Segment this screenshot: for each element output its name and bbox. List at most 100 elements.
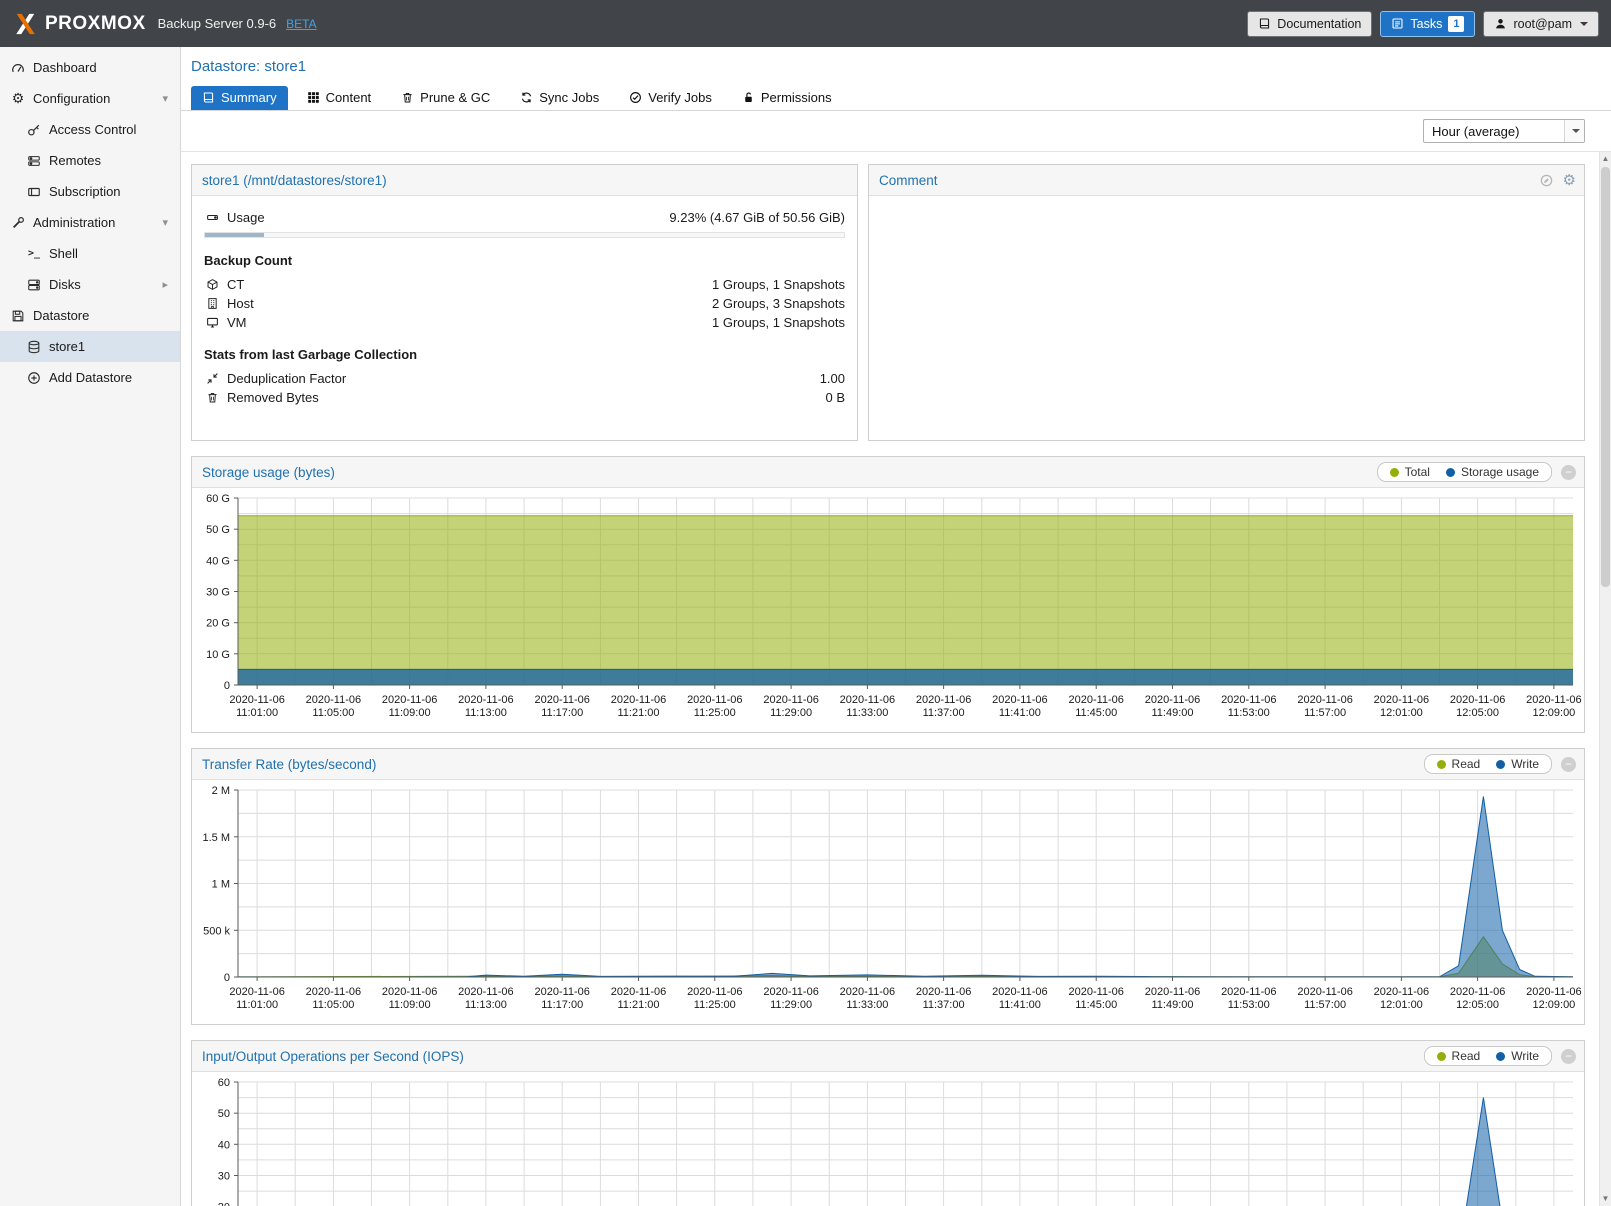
vertical-scrollbar[interactable]: ▲ ▼ xyxy=(1599,152,1611,1206)
svg-text:2020-11-06: 2020-11-06 xyxy=(1145,694,1200,706)
comment-body[interactable] xyxy=(869,196,1584,220)
tab-verify-jobs[interactable]: Verify Jobs xyxy=(618,86,723,110)
svg-text:11:01:00: 11:01:00 xyxy=(236,707,278,719)
tab-content[interactable]: Content xyxy=(296,86,383,110)
svg-text:11:01:00: 11:01:00 xyxy=(236,999,278,1011)
disks-icon xyxy=(26,278,42,292)
chevron-right-icon[interactable]: ▸ xyxy=(162,278,168,291)
sidebar-item-dashboard[interactable]: Dashboard xyxy=(0,52,180,83)
svg-text:11:45:00: 11:45:00 xyxy=(1075,999,1117,1011)
key-icon xyxy=(26,123,42,137)
scroll-up-arrow[interactable]: ▲ xyxy=(1600,152,1611,166)
tab-summary[interactable]: Summary xyxy=(191,86,288,110)
sidebar-item-store1[interactable]: store1 xyxy=(0,331,180,362)
collapse-icon[interactable]: − xyxy=(1561,465,1576,480)
chevron-down-icon[interactable]: ▾ xyxy=(162,92,168,105)
sidebar-item-shell[interactable]: >_ Shell xyxy=(0,238,180,269)
svg-text:11:17:00: 11:17:00 xyxy=(541,999,583,1011)
legend-item-total[interactable]: Total xyxy=(1390,465,1430,479)
content-scroll-area: store1 (/mnt/datastores/store1) Usage 9.… xyxy=(181,152,1611,1206)
legend-item-storage-usage[interactable]: Storage usage xyxy=(1446,465,1539,479)
legend-item-read[interactable]: Read xyxy=(1437,1049,1481,1063)
sidebar-item-subscription[interactable]: Subscription xyxy=(0,176,180,207)
database-icon xyxy=(26,340,42,354)
panel-title: Storage usage (bytes) xyxy=(202,465,335,480)
storage-usage-series-dot xyxy=(1446,468,1455,477)
chevron-down-icon[interactable] xyxy=(1564,120,1584,142)
usage-progressbar xyxy=(204,232,845,238)
svg-text:2020-11-06: 2020-11-06 xyxy=(534,694,589,706)
header: PROXMOX Backup Server 0.9-6 BETA Documen… xyxy=(0,0,1611,47)
gear-icon[interactable]: ⚙ xyxy=(1563,173,1576,188)
chevron-down-icon xyxy=(1580,22,1588,26)
svg-text:2020-11-06: 2020-11-06 xyxy=(1145,986,1200,998)
removed-bytes-row: Removed Bytes 0 B xyxy=(204,388,845,407)
legend-item-write[interactable]: Write xyxy=(1496,1049,1539,1063)
chart-legend[interactable]: Read Write xyxy=(1424,1046,1552,1066)
panel-title: Transfer Rate (bytes/second) xyxy=(202,757,376,772)
svg-text:11:37:00: 11:37:00 xyxy=(923,999,965,1011)
svg-text:2020-11-06: 2020-11-06 xyxy=(1526,694,1581,706)
beta-link[interactable]: BETA xyxy=(286,17,316,31)
scroll-down-arrow[interactable]: ▼ xyxy=(1600,1192,1611,1206)
transfer-rate-chart: 0500 k1 M1.5 M2 M2020-11-0611:01:002020-… xyxy=(192,780,1585,1023)
chevron-down-icon[interactable]: ▾ xyxy=(162,216,168,229)
host-row: Host 2 Groups, 3 Snapshots xyxy=(204,294,845,313)
svg-text:2020-11-06: 2020-11-06 xyxy=(840,986,895,998)
svg-text:12:01:00: 12:01:00 xyxy=(1380,707,1423,719)
svg-text:2020-11-06: 2020-11-06 xyxy=(916,694,971,706)
check-circle-icon xyxy=(629,91,642,104)
tasks-button[interactable]: Tasks 1 xyxy=(1380,11,1475,37)
svg-text:2020-11-06: 2020-11-06 xyxy=(1374,694,1429,706)
svg-text:40: 40 xyxy=(218,1139,230,1151)
total-series-dot xyxy=(1390,468,1399,477)
chart-legend[interactable]: Total Storage usage xyxy=(1377,462,1552,482)
svg-text:2020-11-06: 2020-11-06 xyxy=(1068,694,1123,706)
sidebar-item-access-control[interactable]: Access Control xyxy=(0,114,180,145)
svg-text:11:25:00: 11:25:00 xyxy=(694,999,736,1011)
svg-text:11:05:00: 11:05:00 xyxy=(312,999,354,1011)
page-title: Datastore: store1 xyxy=(181,47,1611,84)
legend-item-read[interactable]: Read xyxy=(1437,757,1481,771)
svg-text:40 G: 40 G xyxy=(206,555,230,567)
tab-prune-gc[interactable]: Prune & GC xyxy=(390,86,501,110)
svg-text:11:13:00: 11:13:00 xyxy=(465,707,507,719)
svg-text:11:41:00: 11:41:00 xyxy=(999,707,1041,719)
svg-text:0: 0 xyxy=(224,680,230,692)
product-version: Backup Server 0.9-6 xyxy=(158,16,277,31)
svg-text:2020-11-06: 2020-11-06 xyxy=(1450,694,1505,706)
svg-text:11:13:00: 11:13:00 xyxy=(465,999,507,1011)
usage-row: Usage 9.23% (4.67 GiB of 50.56 GiB) xyxy=(204,208,845,227)
scrollbar-thumb[interactable] xyxy=(1601,167,1610,587)
svg-text:2020-11-06: 2020-11-06 xyxy=(916,986,971,998)
gear-icon: ⚙ xyxy=(10,90,26,107)
time-range-select[interactable]: Hour (average) xyxy=(1423,119,1585,143)
documentation-button[interactable]: Documentation xyxy=(1247,11,1372,37)
edit-icon[interactable] xyxy=(1539,173,1554,188)
svg-text:11:09:00: 11:09:00 xyxy=(389,999,431,1011)
chart-legend[interactable]: Read Write xyxy=(1424,754,1552,774)
svg-text:12:01:00: 12:01:00 xyxy=(1380,999,1423,1011)
summary-toolbar: Hour (average) xyxy=(181,111,1611,152)
tab-sync-jobs[interactable]: Sync Jobs xyxy=(509,86,610,110)
collapse-icon[interactable]: − xyxy=(1561,1049,1576,1064)
svg-text:11:45:00: 11:45:00 xyxy=(1075,707,1117,719)
svg-text:2020-11-06: 2020-11-06 xyxy=(840,694,895,706)
storage-usage-chart: 010 G20 G30 G40 G50 G60 G2020-11-0611:01… xyxy=(192,488,1585,731)
sidebar-item-administration[interactable]: Administration ▾ xyxy=(0,207,180,238)
legend-item-write[interactable]: Write xyxy=(1496,757,1539,771)
panel-title: Input/Output Operations per Second (IOPS… xyxy=(202,1049,464,1064)
svg-text:2020-11-06: 2020-11-06 xyxy=(458,986,513,998)
tab-permissions[interactable]: Permissions xyxy=(731,86,843,110)
collapse-icon[interactable]: − xyxy=(1561,757,1576,772)
sidebar-item-disks[interactable]: Disks ▸ xyxy=(0,269,180,300)
sidebar-item-add-datastore[interactable]: Add Datastore xyxy=(0,362,180,393)
sidebar-item-remotes[interactable]: Remotes xyxy=(0,145,180,176)
plus-circle-icon xyxy=(26,371,42,385)
trash-icon xyxy=(401,91,414,104)
user-menu-button[interactable]: root@pam xyxy=(1483,11,1599,37)
sidebar-item-datastore[interactable]: Datastore xyxy=(0,300,180,331)
sidebar-item-configuration[interactable]: ⚙ Configuration ▾ xyxy=(0,83,180,114)
svg-text:2 M: 2 M xyxy=(212,785,230,797)
svg-text:11:37:00: 11:37:00 xyxy=(923,707,965,719)
